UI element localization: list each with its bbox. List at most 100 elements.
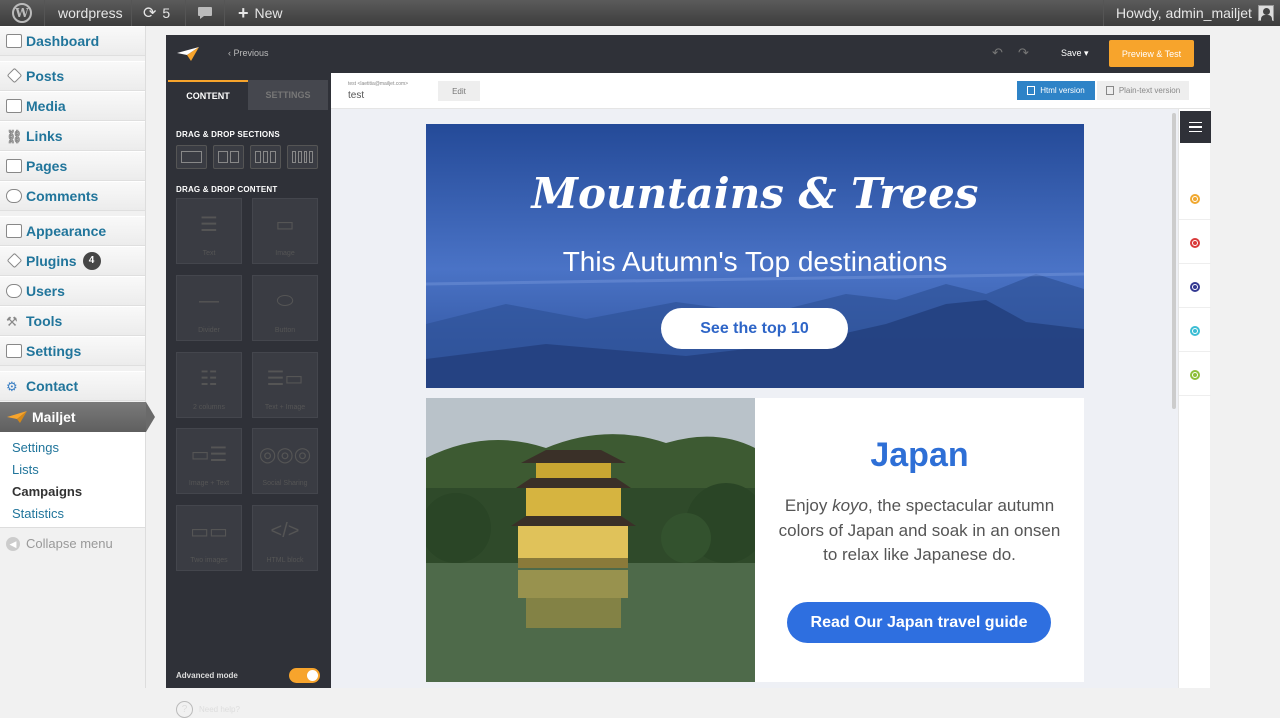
image-icon: ▭ — [275, 214, 295, 236]
social-sharing-tile[interactable]: ◎◎◎ Social Sharing — [252, 428, 318, 494]
sidebar-item-posts[interactable]: Posts — [0, 61, 145, 91]
tab-content[interactable]: CONTENT — [168, 80, 248, 110]
code-icon: </> — [270, 520, 300, 542]
question-icon: ? — [176, 701, 193, 718]
sidebar-item-media[interactable]: Media — [0, 91, 145, 121]
wordpress-logo-button[interactable]: W — [12, 0, 32, 26]
email-canvas[interactable]: Mountains & Trees This Autumn's Top dest… — [331, 109, 1178, 688]
sidebar-item-label: Dashboard — [26, 33, 100, 49]
submenu-lists[interactable]: Lists — [12, 462, 39, 477]
color-swatch-green[interactable] — [1190, 370, 1200, 380]
image-block-tile[interactable]: ▭ Image — [252, 198, 318, 264]
edit-button[interactable]: Edit — [438, 81, 480, 101]
sidebar-item-users[interactable]: Users — [0, 276, 145, 306]
button-shape-icon: ⬭ — [276, 290, 294, 312]
sidebar-item-dashboard[interactable]: Dashboard — [0, 26, 145, 56]
hero-title[interactable]: Mountains & Trees — [426, 169, 1084, 218]
japan-title[interactable]: Japan — [755, 436, 1084, 475]
hero-subtitle[interactable]: This Autumn's Top destinations — [426, 246, 1084, 278]
plugins-update-badge: 4 — [82, 252, 101, 270]
color-swatch-cyan[interactable] — [1190, 326, 1200, 336]
tile-label: Image — [275, 250, 295, 257]
sidebar-item-comments[interactable]: Comments — [0, 181, 145, 211]
pin-icon — [6, 69, 22, 83]
text-block-tile[interactable]: ☰ Text — [176, 198, 242, 264]
read-japan-guide-button[interactable]: Read Our Japan travel guide — [787, 602, 1051, 643]
divider — [1179, 351, 1211, 352]
two-columns-icon: ☷ — [200, 368, 218, 390]
collapse-menu-button[interactable]: ◀ Collapse menu — [6, 536, 113, 551]
admin-bar: W wordpress ⟳ 5 + New Howdy, admin_mailj… — [0, 0, 1280, 26]
button-block-tile[interactable]: ⬭ Button — [252, 275, 318, 341]
sidebar-item-pages[interactable]: Pages — [0, 151, 145, 181]
need-help-label: Need help? — [199, 705, 240, 714]
divider — [44, 0, 45, 26]
divider-block-tile[interactable]: — Divider — [176, 275, 242, 341]
comments-button[interactable] — [197, 0, 213, 26]
menu-icon[interactable] — [1180, 111, 1211, 143]
save-button[interactable]: Save ▾ — [1061, 48, 1089, 59]
section-1-column[interactable] — [176, 145, 207, 169]
site-name-link[interactable]: wordpress — [58, 0, 123, 26]
japan-text-part-1: Enjoy — [784, 496, 833, 515]
divider — [1179, 395, 1211, 396]
sidebar-item-label: Media — [26, 98, 66, 114]
need-help-link[interactable]: ? Need help? — [176, 701, 240, 718]
html-version-button[interactable]: Html version — [1017, 81, 1095, 100]
tile-label: Social Sharing — [262, 480, 308, 487]
html-version-label: Html version — [1040, 86, 1085, 95]
see-top-10-button[interactable]: See the top 10 — [661, 308, 848, 349]
canvas-scrollbar[interactable] — [1172, 113, 1176, 409]
two-images-tile[interactable]: ▭▭ Two images — [176, 505, 242, 571]
divider — [1179, 263, 1211, 264]
html-block-tile[interactable]: </> HTML block — [252, 505, 318, 571]
new-content-button[interactable]: + New — [238, 0, 283, 26]
preview-and-test-button[interactable]: Preview & Test — [1109, 40, 1194, 67]
sidebar-item-mailjet[interactable]: Mailjet — [0, 402, 155, 432]
submenu-statistics[interactable]: Statistics — [12, 506, 64, 521]
image-text-tile[interactable]: ▭☰ Image + Text — [176, 428, 242, 494]
advanced-mode-toggle[interactable] — [289, 668, 320, 683]
collapse-menu-label: Collapse menu — [26, 536, 113, 551]
text-image-tile[interactable]: ☰▭ Text + Image — [252, 352, 318, 418]
sidebar-item-links[interactable]: ⛓ Links — [0, 121, 145, 151]
submenu-settings[interactable]: Settings — [12, 440, 59, 455]
plus-icon: + — [238, 2, 249, 23]
color-swatch-navy[interactable] — [1190, 282, 1200, 292]
color-swatch-orange[interactable] — [1190, 194, 1200, 204]
sidebar-item-settings[interactable]: Settings — [0, 336, 145, 366]
two-columns-tile[interactable]: ☷ 2 columns — [176, 352, 242, 418]
redo-icon[interactable]: ↷ — [1018, 45, 1029, 61]
settings-icon — [6, 344, 22, 358]
avatar — [1257, 5, 1274, 21]
golden-pavilion-image — [426, 398, 755, 682]
japan-section[interactable]: Japan Enjoy koyo, the spectacular autumn… — [426, 398, 1084, 682]
sidebar-item-appearance[interactable]: Appearance — [0, 216, 145, 246]
tile-label: Text + Image — [264, 404, 306, 411]
hero-section[interactable]: Mountains & Trees This Autumn's Top dest… — [426, 124, 1084, 388]
sidebar-item-tools[interactable]: ⚒ Tools — [0, 306, 145, 336]
section-2-columns[interactable] — [213, 145, 244, 169]
tile-label: HTML block — [266, 557, 304, 564]
account-menu[interactable]: Howdy, admin_mailjet — [1116, 0, 1274, 26]
tab-settings[interactable]: SETTINGS — [248, 80, 328, 110]
sidebar-item-contact[interactable]: ⚙ Contact — [0, 371, 145, 401]
link-icon: ⛓ — [6, 129, 23, 144]
color-swatch-red[interactable] — [1190, 238, 1200, 248]
submenu-campaigns[interactable]: Campaigns — [12, 484, 82, 499]
sidebar-item-label: Users — [26, 283, 65, 299]
section-3-columns[interactable] — [250, 145, 281, 169]
japan-temple-photo[interactable] — [426, 398, 755, 682]
previous-link[interactable]: ‹ Previous — [228, 48, 269, 58]
collapse-arrow-icon: ◀ — [6, 536, 20, 551]
undo-icon[interactable]: ↶ — [992, 45, 1003, 61]
sidebar-item-plugins[interactable]: Plugins 4 — [0, 246, 145, 276]
updates-button[interactable]: ⟳ 5 — [143, 0, 170, 26]
email-subject: test — [348, 90, 365, 101]
plain-text-version-button[interactable]: Plain-text version — [1097, 81, 1189, 100]
tile-label: Button — [274, 327, 296, 334]
section-4-columns[interactable] — [287, 145, 318, 169]
japan-description[interactable]: Enjoy koyo, the spectacular autumn color… — [778, 494, 1061, 568]
divider — [1179, 219, 1211, 220]
tile-label: Divider — [198, 327, 220, 334]
